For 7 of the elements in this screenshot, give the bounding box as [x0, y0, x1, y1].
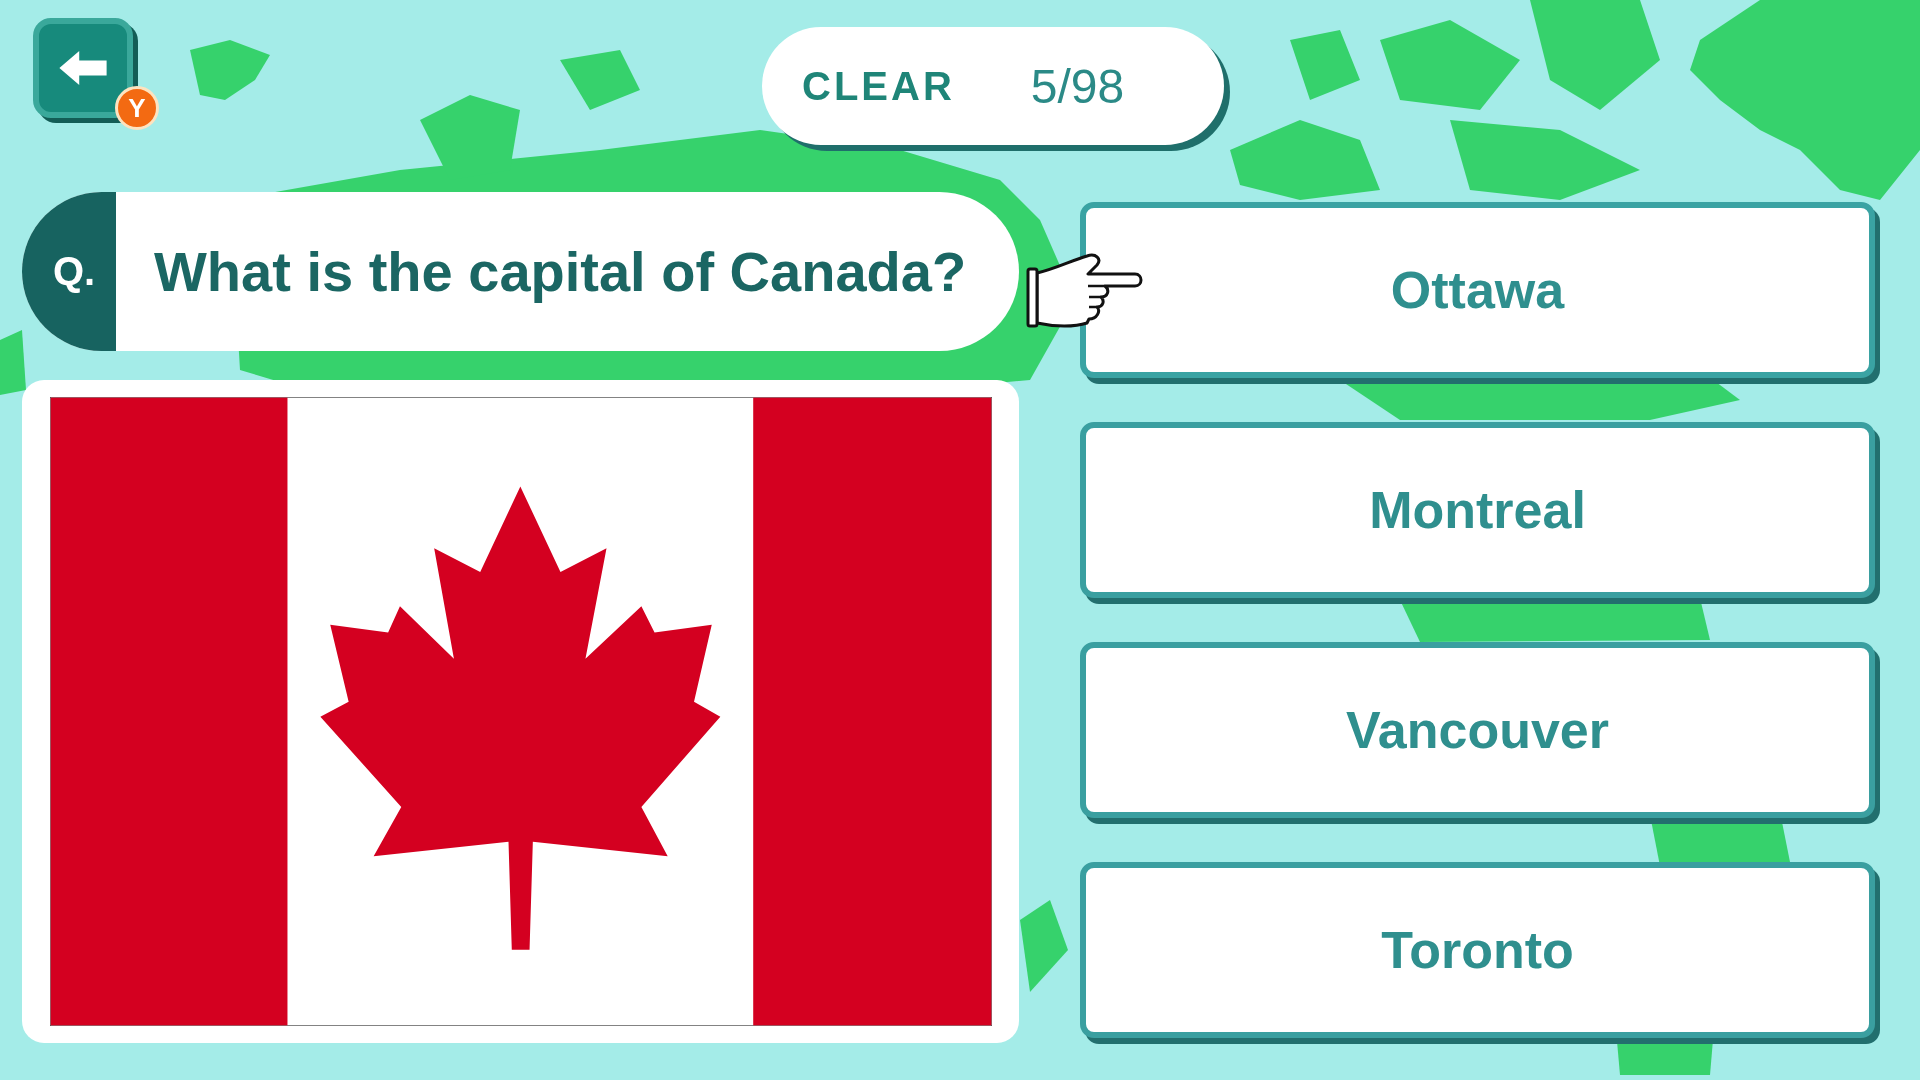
pointing-hand-icon [1025, 251, 1145, 331]
key-hint-badge: Y [115, 86, 159, 130]
progress-label: CLEAR [802, 63, 955, 109]
progress-count: 5/98 [1030, 58, 1125, 114]
question-text: What is the capital of Canada? [154, 239, 967, 304]
arrow-left-icon [59, 51, 107, 85]
question-marker: Q. [22, 192, 116, 351]
